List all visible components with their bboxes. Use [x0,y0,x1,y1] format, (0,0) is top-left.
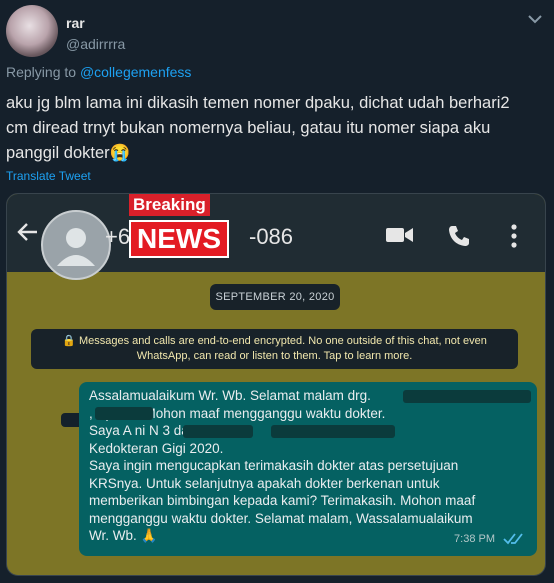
avatar[interactable] [6,5,58,57]
message-line: Saya ingin mengucapkan terimakasih dokte… [89,458,459,473]
double-check-icon [503,532,523,550]
redaction-mark [95,407,153,420]
tweet-header: rar @adirrrra [6,5,548,57]
replying-to: Replying to @collegemenfess [6,64,191,80]
whatsapp-header: +6 -086 Breaking NEWS [7,194,545,280]
back-arrow-icon[interactable] [17,222,39,247]
chevron-down-icon[interactable] [526,11,544,27]
message-line: Kedokteran Gigi 2020. [89,440,224,456]
redaction-mark [183,425,253,438]
tweet-media-screenshot[interactable]: +6 -086 Breaking NEWS SEPTEMBER 20, 2020… [6,193,546,576]
encryption-notice[interactable]: 🔒 Messages and calls are end-to-end encr… [31,329,518,369]
tweet-text: aku jg blm lama ini dikasih temen nomer … [6,94,510,162]
news-sticker: NEWS [129,220,229,258]
message-line: memberikan bimbingan kepada kami? Terima… [89,493,476,508]
message-time: 7:38 PM [454,532,495,545]
contact-avatar[interactable] [41,210,111,280]
lock-icon: 🔒 [62,335,76,347]
kebab-menu-icon[interactable] [510,224,518,253]
redaction-mark [271,425,395,438]
message-line: , Sp.PM. Mohon maaf mengganggu waktu dok… [89,405,386,421]
encryption-notice-text: Messages and calls are end-to-end encryp… [78,335,487,362]
mention-link[interactable]: @collegemenfess [80,64,192,80]
translate-tweet-link[interactable]: Translate Tweet [6,169,91,183]
date-chip: SEPTEMBER 20, 2020 [210,284,340,310]
display-name[interactable]: rar [66,15,85,31]
video-call-icon[interactable] [386,226,414,249]
replying-prefix: Replying to [6,64,80,80]
message-line: KRSnya. Untuk selanjutnya apakah dokter … [89,475,440,491]
contact-number-suffix: -086 [249,224,294,249]
message-bubble[interactable]: Assalamualaikum Wr. Wb. Selamat malam dr… [79,382,537,556]
message-line: mengganggu waktu dokter. Selamat malam, … [89,510,473,526]
phone-icon[interactable] [447,224,471,253]
user-handle[interactable]: @adirrrra [66,36,125,52]
contact-number-prefix: +6 [105,224,131,249]
redaction-mark [403,390,531,403]
breaking-label: Breaking [129,194,210,216]
